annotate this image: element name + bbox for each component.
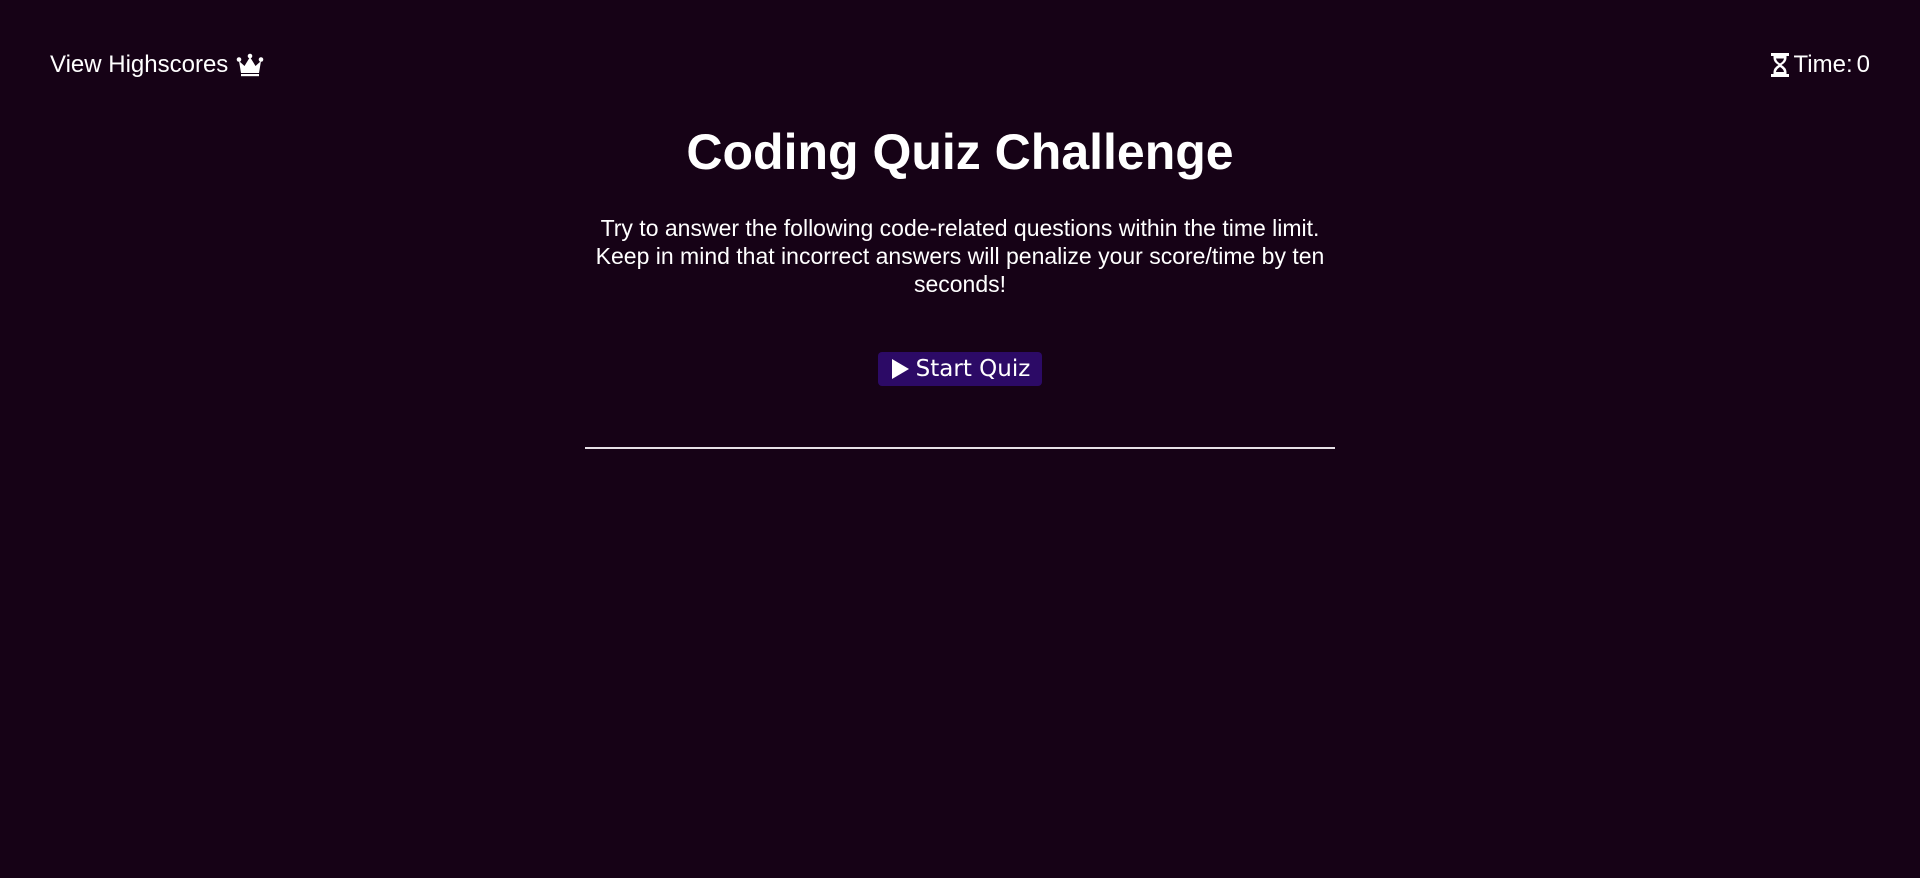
start-quiz-label: Start Quiz xyxy=(915,356,1031,382)
crown-icon xyxy=(236,53,264,77)
timer-value: 0 xyxy=(1856,51,1870,78)
page-title: Coding Quiz Challenge xyxy=(686,124,1234,180)
intro-section: Coding Quiz Challenge Try to answer the … xyxy=(585,120,1335,386)
top-bar: View Highscores Time: 0 xyxy=(50,49,1870,81)
play-icon xyxy=(890,358,910,380)
intro-text: Try to answer the following code-related… xyxy=(595,215,1325,297)
start-quiz-button[interactable]: Start Quiz xyxy=(877,352,1043,386)
view-highscores-link[interactable]: View Highscores xyxy=(50,51,264,79)
divider xyxy=(585,447,1335,449)
timer: Time: 0 xyxy=(1770,51,1870,79)
timer-label: Time: xyxy=(1793,51,1853,78)
start-button-wrapper: Start Quiz xyxy=(585,352,1335,386)
hourglass-icon xyxy=(1770,52,1790,78)
highscores-label: View Highscores xyxy=(50,51,229,78)
